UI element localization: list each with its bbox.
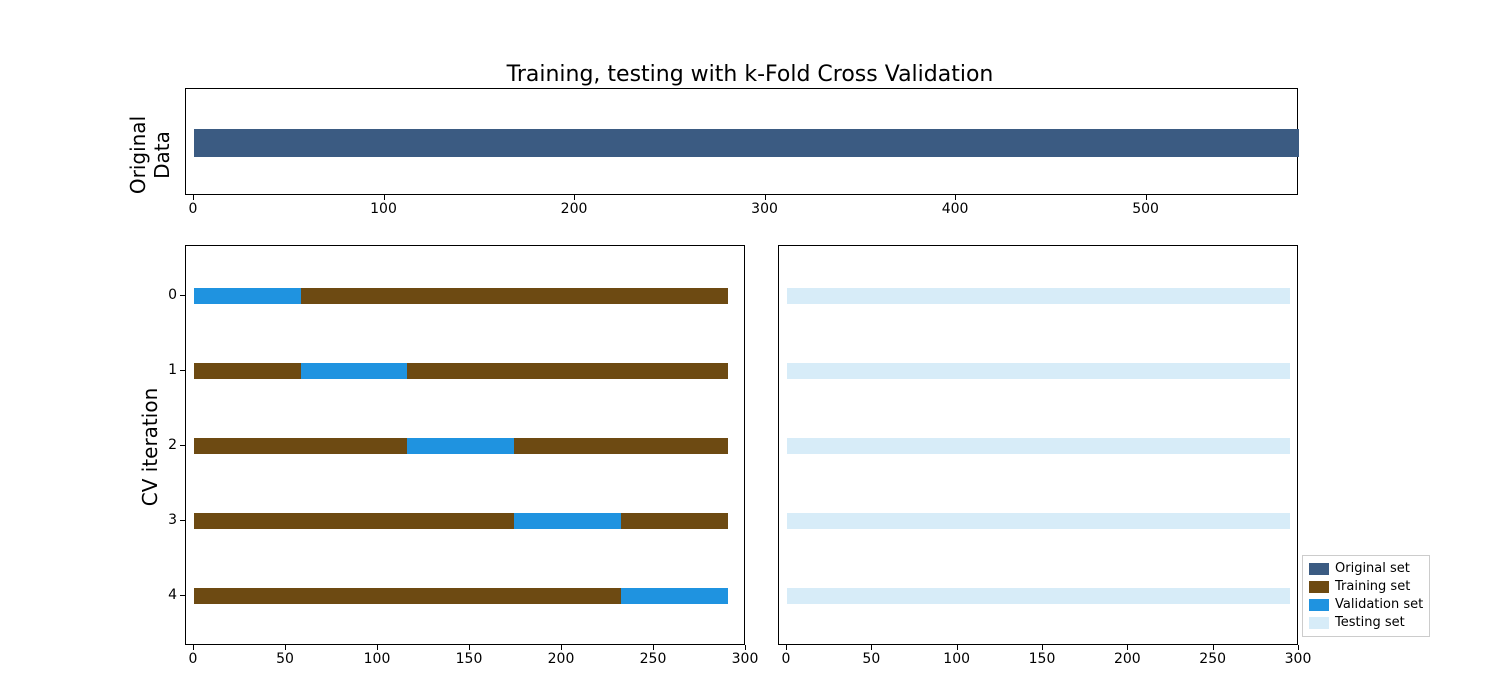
xtick: 50 (276, 651, 294, 667)
xtick: 0 (189, 651, 198, 667)
chart-title: Training, testing with k-Fold Cross Vali… (0, 62, 1500, 87)
xtick: 200 (548, 651, 575, 667)
validation-segment (194, 288, 301, 304)
validation-segment (621, 588, 728, 604)
legend-swatch-testing (1309, 617, 1329, 629)
legend-swatch-validation (1309, 599, 1329, 611)
legend-swatch-original (1309, 563, 1329, 575)
xtick: 100 (943, 651, 970, 667)
cv-row (787, 438, 1299, 454)
original-data-bar (194, 129, 1299, 157)
xtick: 150 (456, 651, 483, 667)
testing-segment (787, 363, 1290, 379)
xtick: 100 (364, 651, 391, 667)
legend-entry-validation: Validation set (1309, 596, 1423, 614)
training-segment (514, 438, 727, 454)
ylabel-cv-iteration: CV iteration (138, 347, 162, 547)
legend-label: Original set (1335, 560, 1410, 578)
legend-entry-training: Training set (1309, 578, 1423, 596)
xtick-top: 100 (370, 201, 397, 217)
legend-entry-original: Original set (1309, 560, 1423, 578)
panel-cv-iterations (185, 245, 745, 645)
xtick: 300 (1285, 651, 1312, 667)
figure: Training, testing with k-Fold Cross Vali… (0, 0, 1500, 700)
cv-row (194, 363, 746, 379)
cv-row (787, 513, 1299, 529)
testing-segment (787, 438, 1290, 454)
ytick-cv: 3 (161, 512, 177, 528)
training-segment (194, 438, 407, 454)
cv-row (194, 513, 746, 529)
panel-testing (778, 245, 1298, 645)
cv-row (787, 363, 1299, 379)
xtick-top: 200 (561, 201, 588, 217)
xtick-top: 400 (942, 201, 969, 217)
ytick-cv: 0 (161, 287, 177, 303)
legend-label: Validation set (1335, 596, 1423, 614)
cv-row (787, 588, 1299, 604)
xtick: 250 (1199, 651, 1226, 667)
cv-row (194, 288, 746, 304)
xtick: 250 (640, 651, 667, 667)
testing-segment (787, 588, 1290, 604)
xtick: 300 (732, 651, 759, 667)
training-segment (407, 363, 727, 379)
validation-segment (514, 513, 621, 529)
legend-label: Training set (1335, 578, 1410, 596)
legend-swatch-training (1309, 581, 1329, 593)
cv-row (787, 288, 1299, 304)
testing-segment (787, 513, 1290, 529)
xtick-top: 500 (1132, 201, 1159, 217)
training-segment (621, 513, 728, 529)
legend-label: Testing set (1335, 614, 1405, 632)
training-segment (194, 513, 514, 529)
ytick-cv: 2 (161, 437, 177, 453)
ytick-cv: 4 (161, 587, 177, 603)
training-segment (194, 363, 301, 379)
xtick-top: 300 (751, 201, 778, 217)
xtick: 200 (1114, 651, 1141, 667)
training-segment (194, 588, 621, 604)
xtick-top: 0 (189, 201, 198, 217)
panel-original-data (185, 88, 1298, 195)
xtick: 150 (1029, 651, 1056, 667)
xtick: 0 (782, 651, 791, 667)
cv-row (194, 438, 746, 454)
legend: Original setTraining setValidation setTe… (1302, 555, 1430, 637)
ytick-cv: 1 (161, 362, 177, 378)
ylabel-original-data: Original Data (126, 95, 174, 215)
testing-segment (787, 288, 1290, 304)
cv-row (194, 588, 746, 604)
validation-segment (301, 363, 408, 379)
legend-entry-testing: Testing set (1309, 614, 1423, 632)
validation-segment (407, 438, 514, 454)
xtick: 50 (862, 651, 880, 667)
training-segment (301, 288, 728, 304)
